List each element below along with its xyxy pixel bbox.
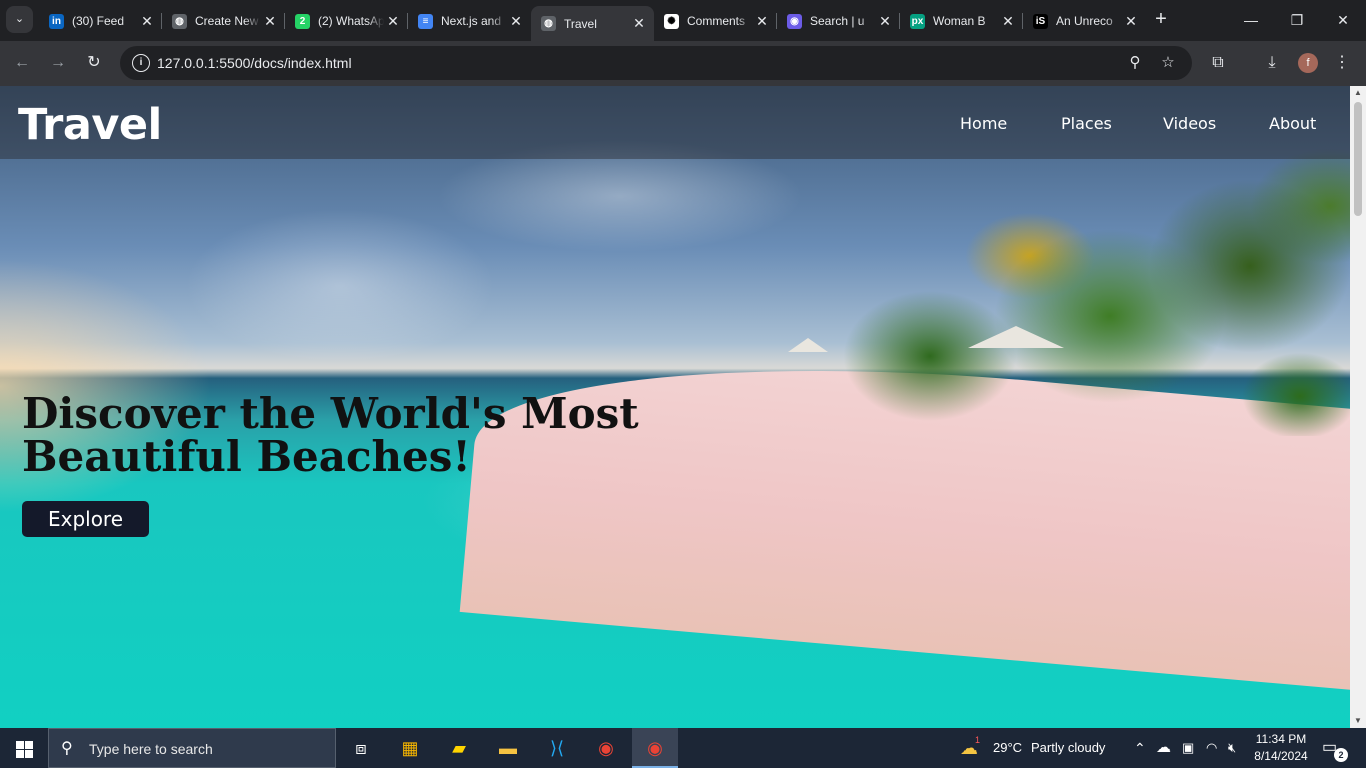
tab-title: An Unreco — [1056, 14, 1113, 28]
search-icon: ⚲ — [61, 740, 73, 757]
page-scrollbar[interactable]: ▲ ▼ — [1350, 86, 1366, 728]
tab-title: Woman B — [933, 14, 986, 28]
chatgpt-icon: ✺ — [664, 13, 679, 29]
tab-separator — [776, 13, 777, 29]
extensions-icon[interactable]: ⧉ — [1206, 51, 1230, 75]
profile-avatar[interactable]: f — [1298, 53, 1318, 73]
close-window-button[interactable]: ✕ — [1320, 0, 1366, 41]
palm-trees-image — [690, 146, 1350, 436]
site-navbar: Travel Home Places Videos About — [0, 86, 1350, 159]
browser-tab[interactable]: ◍ Create New ✕ — [162, 6, 285, 36]
file-explorer-icon[interactable]: ▬ — [485, 728, 531, 768]
back-icon[interactable]: ← — [10, 51, 34, 75]
browser-toolbar: ← → ↻ i 127.0.0.1:5500/docs/index.html ⚲… — [0, 41, 1366, 86]
tab-title: Create New — [195, 14, 259, 28]
explore-button[interactable]: Explore — [22, 501, 149, 537]
globe-icon: ◍ — [172, 13, 187, 29]
tab-separator — [1022, 13, 1023, 29]
notification-count: 2 — [1334, 748, 1348, 762]
close-tab-icon[interactable]: ✕ — [384, 13, 402, 30]
hero-headline: Discover the World's Most Beautiful Beac… — [22, 389, 639, 481]
tab-title: (2) WhatsApp — [318, 14, 384, 28]
weather-desc[interactable]: Partly cloudy — [1031, 728, 1105, 768]
nav-home[interactable]: Home — [960, 114, 1007, 133]
tab-title: Next.js and — [441, 14, 502, 28]
volume-muted-icon[interactable]: 🔇︎ — [1228, 728, 1236, 768]
new-tab-button[interactable]: + — [1151, 8, 1171, 32]
site-logo[interactable]: Travel — [18, 100, 162, 150]
browser-tab[interactable]: ≡ Next.js and ✕ — [408, 6, 531, 36]
restore-button[interactable]: ❐ — [1274, 0, 1320, 41]
weather-badge: 1 — [975, 735, 981, 745]
onedrive-icon[interactable]: ☁ — [1156, 728, 1171, 768]
linkedin-icon: in — [49, 13, 64, 29]
close-tab-icon[interactable]: ✕ — [507, 13, 525, 30]
close-tab-icon[interactable]: ✕ — [138, 13, 156, 30]
tab-search-button[interactable]: ⌄ — [6, 6, 33, 33]
nav-about[interactable]: About — [1269, 114, 1316, 133]
search-app-icon: ◉ — [787, 13, 802, 29]
tab-strip: ⌄ in(30) Feed✕◍Create New✕2(2) WhatsApp✕… — [0, 0, 1366, 41]
device-icon[interactable]: ▣ — [1182, 728, 1194, 768]
menu-kebab-icon[interactable]: ⋮ — [1330, 51, 1354, 75]
browser-tab[interactable]: iS An Unreco ✕ — [1023, 6, 1146, 36]
clock[interactable]: 11:34 PM 8/14/2024 — [1250, 731, 1312, 765]
forward-icon[interactable]: → — [46, 51, 70, 75]
tab-separator — [407, 13, 408, 29]
task-view-icon[interactable]: ⧈ — [338, 728, 384, 768]
nav-places[interactable]: Places — [1061, 114, 1112, 133]
sticky-notes-icon[interactable]: ▰ — [436, 728, 482, 768]
taskbar-search-placeholder: Type here to search — [89, 741, 213, 757]
hero-section: Travel Home Places Videos About Discover… — [0, 86, 1350, 728]
wifi-icon[interactable]: ◠ — [1206, 728, 1217, 768]
scrollbar-thumb[interactable] — [1354, 102, 1362, 216]
weather-temp[interactable]: 29°C — [993, 728, 1022, 768]
zoom-icon[interactable]: ⚲ — [1124, 52, 1146, 74]
close-tab-icon[interactable]: ✕ — [1122, 13, 1140, 30]
tab-separator — [899, 13, 900, 29]
scroll-up-arrow-icon[interactable]: ▲ — [1350, 86, 1366, 100]
taskbar-search-input[interactable]: ⚲ Type here to search — [48, 728, 336, 768]
clock-time: 11:34 PM — [1255, 732, 1307, 746]
tab-title: Travel — [564, 16, 597, 31]
browser-tab[interactable]: in (30) Feed ✕ — [39, 6, 162, 36]
nav-videos[interactable]: Videos — [1163, 114, 1216, 133]
browser-tab[interactable]: ✺ Comments ✕ — [654, 6, 777, 36]
chrome-active-icon[interactable]: ◉ — [632, 728, 678, 768]
close-tab-icon[interactable]: ✕ — [630, 15, 648, 32]
close-tab-icon[interactable]: ✕ — [876, 13, 894, 30]
globe-icon: ◍ — [541, 16, 556, 31]
pexels-icon: px — [910, 13, 925, 29]
is-icon: iS — [1033, 13, 1048, 29]
download-icon[interactable]: ⤓ — [1260, 51, 1284, 75]
vscode-icon[interactable]: ⟩⟨ — [534, 728, 580, 768]
microsoft-store-icon[interactable]: ▦ — [387, 728, 433, 768]
reload-icon[interactable]: ↻ — [82, 51, 106, 75]
browser-tab[interactable]: ◉ Search | u ✕ — [777, 6, 900, 36]
tab-title: (30) Feed — [72, 14, 125, 28]
browser-tab[interactable]: px Woman B ✕ — [900, 6, 1023, 36]
windows-start-icon[interactable] — [0, 728, 48, 768]
chrome-icon[interactable]: ◉ — [583, 728, 629, 768]
address-url[interactable]: 127.0.0.1:5500/docs/index.html — [157, 55, 352, 71]
show-hidden-icons-icon[interactable]: ⌃ — [1134, 728, 1146, 768]
site-info-icon[interactable]: i — [132, 54, 150, 72]
whatsapp-icon: 2 — [295, 13, 310, 29]
close-tab-icon[interactable]: ✕ — [753, 13, 771, 30]
minimize-button[interactable]: — — [1228, 0, 1274, 41]
windows-taskbar: ⚲ Type here to search ⧈ ▦ ▰ ▬ ⟩⟨ ◉ ◉ ☁ 1… — [0, 728, 1366, 768]
bookmark-star-icon[interactable]: ☆ — [1157, 52, 1179, 74]
tab-title: Comments — [687, 14, 746, 28]
tab-separator — [284, 13, 285, 29]
tab-separator — [161, 13, 162, 29]
address-bar[interactable]: i 127.0.0.1:5500/docs/index.html ⚲ ☆ — [120, 46, 1192, 80]
docs-icon: ≡ — [418, 13, 433, 29]
tab-title: Search | u — [810, 14, 865, 28]
clock-date: 8/14/2024 — [1254, 749, 1308, 763]
close-tab-icon[interactable]: ✕ — [261, 13, 279, 30]
close-tab-icon[interactable]: ✕ — [999, 13, 1017, 30]
browser-tab[interactable]: 2 (2) WhatsApp✕ — [285, 6, 408, 36]
browser-tab[interactable]: ◍ Travel ✕ — [531, 6, 654, 41]
scroll-down-arrow-icon[interactable]: ▼ — [1350, 714, 1366, 728]
